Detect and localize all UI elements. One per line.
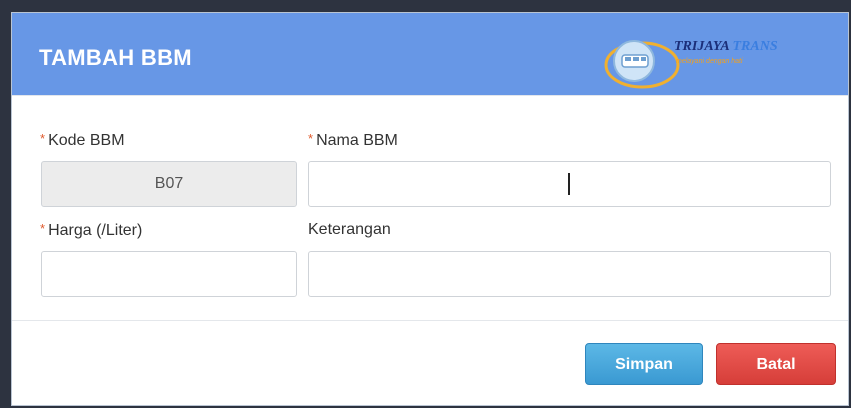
kode-bbm-field: B07: [41, 161, 297, 207]
keterangan-label: Keterangan: [308, 221, 391, 238]
footer-divider: [12, 320, 848, 321]
harga-input[interactable]: [41, 251, 297, 297]
modal-title: TAMBAH BBM: [39, 45, 192, 70]
text-cursor: [568, 173, 570, 195]
kode-bbm-label: * Kode BBM: [40, 131, 125, 149]
harga-label: * Harga (/Liter): [40, 221, 143, 239]
required-marker: *: [40, 131, 46, 146]
kode-bbm-value: B07: [154, 175, 184, 192]
required-marker: *: [308, 131, 314, 146]
modal-header: TAMBAH BBM TRIJAYA TRANS melayani dengan…: [12, 13, 848, 96]
logo-wordmark: TRIJAYA TRANS: [674, 39, 778, 54]
nama-bbm-label: * Nama BBM: [308, 131, 398, 149]
add-fuel-modal: TAMBAH BBM TRIJAYA TRANS melayani dengan…: [11, 12, 849, 406]
required-marker: *: [40, 221, 46, 236]
save-button[interactable]: Simpan: [585, 343, 703, 385]
nama-bbm-input[interactable]: [308, 161, 831, 207]
cancel-button[interactable]: Batal: [716, 343, 836, 385]
logo-tagline: melayani dengan hati: [676, 58, 743, 65]
company-logo: TRIJAYA TRANS melayani dengan hati: [602, 31, 842, 91]
keterangan-input[interactable]: [308, 251, 831, 297]
bus-globe-icon: [604, 40, 680, 89]
